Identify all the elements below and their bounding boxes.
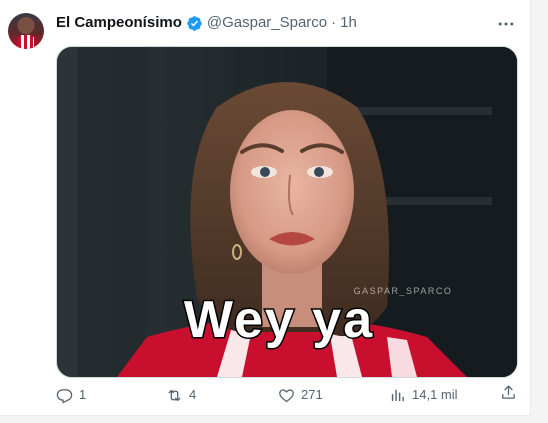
reply-count: 1 (79, 387, 87, 402)
timestamp[interactable]: 1h (340, 14, 357, 32)
avatar[interactable] (8, 13, 44, 49)
reply-icon (56, 387, 73, 404)
views-icon (389, 387, 406, 404)
like-count: 271 (301, 387, 323, 402)
retweet-count: 4 (189, 387, 197, 402)
like-icon (278, 387, 295, 404)
tweet-image[interactable]: GASPAR_SPARCO Wey ya (56, 46, 518, 378)
reply-button[interactable]: 1 (56, 384, 86, 406)
avatar-jersey (18, 35, 34, 49)
action-bar: 1 4 271 14,1 mil (56, 384, 518, 406)
meme-caption: Wey ya (184, 291, 374, 349)
author-handle[interactable]: @Gaspar_Sparco (207, 14, 327, 32)
separator-dot: · (331, 14, 337, 31)
display-name[interactable]: El Campeonísimo (56, 14, 182, 32)
like-button[interactable]: 271 (278, 384, 323, 406)
face (230, 110, 354, 274)
views-button[interactable]: 14,1 mil (389, 384, 458, 406)
retweet-icon (166, 387, 183, 404)
verified-badge-icon[interactable] (186, 15, 203, 32)
views-count: 14,1 mil (412, 387, 458, 402)
tweet-header: El Campeonísimo @Gaspar_Sparco · 1h (56, 14, 357, 32)
share-icon (500, 384, 517, 401)
retweet-button[interactable]: 4 (166, 384, 196, 406)
tweet-card[interactable]: El Campeonísimo @Gaspar_Sparco · 1h GASP… (0, 0, 531, 416)
more-icon[interactable] (496, 14, 516, 34)
share-button[interactable] (500, 384, 517, 401)
